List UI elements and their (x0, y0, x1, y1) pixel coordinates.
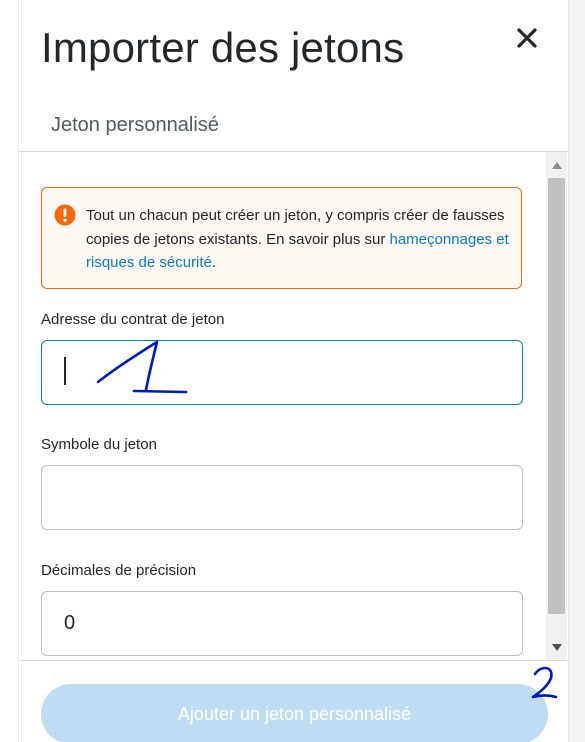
screen: an Importer des jetons Jeton personnalis… (0, 0, 585, 742)
close-icon (517, 28, 537, 48)
modal-title: Importer des jetons (41, 24, 405, 71)
close-button[interactable] (511, 22, 543, 54)
text-cursor (64, 357, 66, 385)
contract-address-label: Adresse du contrat de jeton (41, 311, 225, 328)
scroll-down-button[interactable] (546, 637, 567, 657)
warning-icon (54, 204, 76, 226)
token-symbol-input[interactable] (41, 465, 523, 530)
vertical-scrollbar[interactable] (546, 152, 567, 660)
decimals-label: Décimales de précision (41, 562, 197, 579)
decimals-input[interactable] (41, 591, 523, 656)
token-symbol-label: Symbole du jeton (41, 436, 157, 453)
footer-divider (19, 660, 568, 661)
import-tokens-modal: Importer des jetons Jeton personnalisé T… (18, 0, 569, 742)
scroll-thumb[interactable] (548, 178, 565, 614)
triangle-up-icon (551, 161, 562, 169)
scroll-up-button[interactable] (546, 155, 567, 175)
tab-custom-token[interactable]: Jeton personnalisé (51, 114, 219, 137)
security-warning: Tout un chacun peut créer un jeton, y co… (41, 187, 522, 289)
left-gutter (0, 0, 18, 742)
add-custom-token-button[interactable]: Ajouter un jeton personnalisé (41, 684, 548, 742)
warning-message: Tout un chacun peut créer un jeton, y co… (86, 204, 511, 275)
contract-address-input[interactable] (41, 340, 523, 405)
warning-suffix: . (211, 254, 217, 271)
triangle-down-icon (551, 643, 562, 651)
form-scroll-area: Tout un chacun peut créer un jeton, y co… (19, 152, 568, 660)
